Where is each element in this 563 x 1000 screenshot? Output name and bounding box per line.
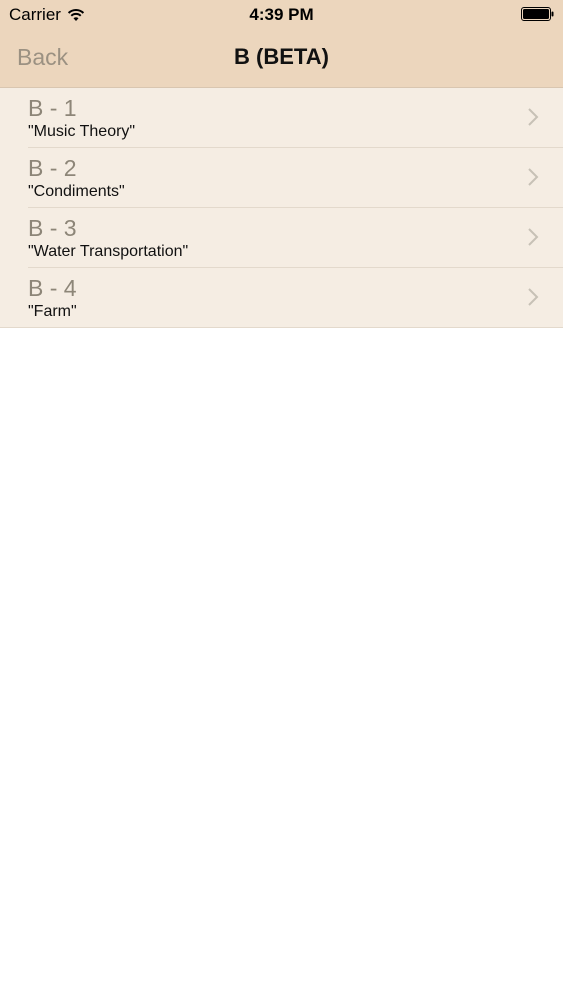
chevron-right-icon [528,168,539,186]
list-item-subtitle: "Farm" [28,303,77,320]
list-item-subtitle: "Water Transportation" [28,243,189,260]
list-item[interactable]: B - 3 "Water Transportation" [0,208,563,268]
list-item-subtitle: "Music Theory" [28,123,136,140]
page-title: B (BETA) [234,44,329,69]
list-item-title: B - 2 [28,155,77,181]
top-bar: Carrier 4:39 PM Back B (BETA) [0,0,563,88]
battery-icon [521,7,554,21]
chevron-right-icon [528,288,539,306]
list-item-subtitle: "Condiments" [28,183,125,200]
chevron-right-icon [528,228,539,246]
lesson-list: B - 1 "Music Theory" B - 2 "Condiments" … [0,88,563,328]
list-item[interactable]: B - 1 "Music Theory" [0,88,563,148]
screen: Carrier 4:39 PM Back B (BETA) B - 1 "Mus… [0,0,563,1000]
list-item-title: B - 3 [28,215,77,241]
list-item-title: B - 4 [28,275,77,301]
list-item-title: B - 1 [28,95,77,121]
list-item[interactable]: B - 4 "Farm" [0,268,563,328]
list-item[interactable]: B - 2 "Condiments" [0,148,563,208]
chevron-right-icon [528,108,539,126]
status-bar: Carrier 4:39 PM [0,0,563,30]
navigation-bar: Back B (BETA) [0,30,563,87]
clock: 4:39 PM [249,5,314,24]
